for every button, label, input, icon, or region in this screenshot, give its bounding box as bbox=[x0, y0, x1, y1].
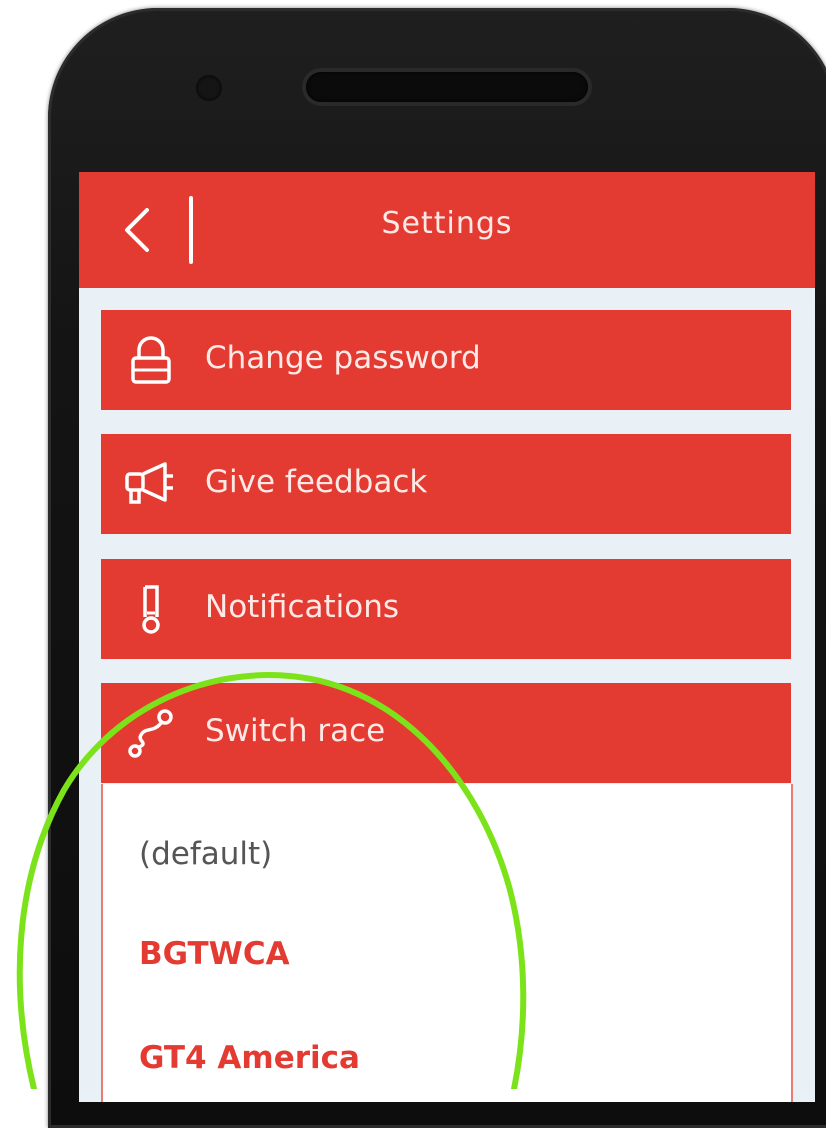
route-icon bbox=[128, 709, 173, 758]
thermometer-icon bbox=[142, 585, 160, 634]
menu-item-label: Switch race bbox=[205, 713, 386, 749]
front-camera bbox=[196, 75, 222, 101]
page-title: Settings bbox=[381, 206, 513, 241]
megaphone-icon bbox=[125, 462, 173, 504]
menu-item-change-password[interactable]: Change password bbox=[101, 310, 791, 410]
menu-item-label: Change password bbox=[205, 340, 481, 376]
race-option-gt4-america[interactable]: GT4 America bbox=[139, 1040, 360, 1076]
menu-item-label: Give feedback bbox=[205, 464, 428, 500]
menu-item-switch-race[interactable]: Switch race bbox=[101, 683, 791, 783]
race-option-default[interactable]: (default) bbox=[139, 836, 272, 872]
menu-item-give-feedback[interactable]: Give feedback bbox=[101, 434, 791, 534]
menu-item-notifications[interactable]: Notifications bbox=[101, 559, 791, 659]
menu-item-label: Notifications bbox=[205, 589, 400, 625]
race-option-bgtwca[interactable]: BGTWCA bbox=[139, 936, 290, 972]
race-list: (default) BGTWCA GT4 America bbox=[101, 784, 793, 1102]
lock-icon bbox=[131, 336, 171, 384]
app-bar: Settings bbox=[79, 172, 815, 288]
earpiece-speaker bbox=[306, 72, 588, 102]
app-screen: Settings Change password Give feedback N… bbox=[79, 172, 815, 1102]
